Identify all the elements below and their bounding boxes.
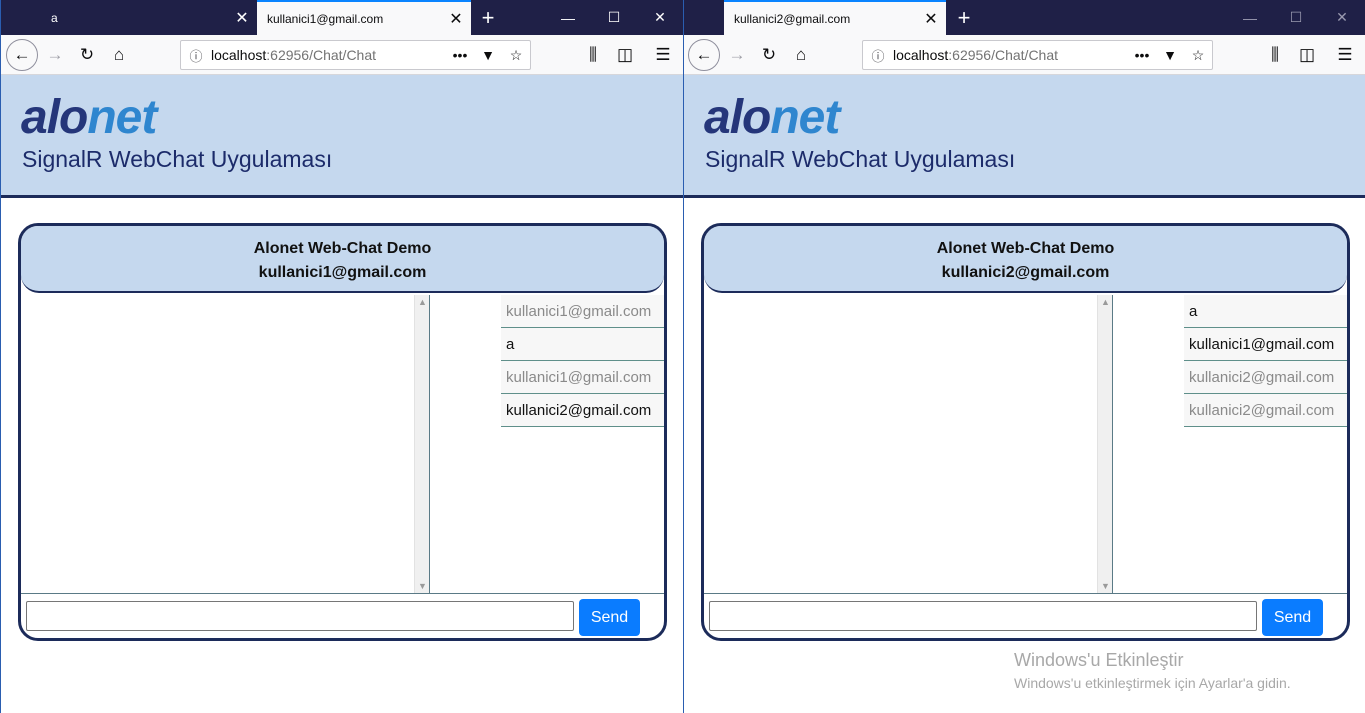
- user-list-item[interactable]: a: [1184, 295, 1347, 328]
- tab-kullanici2[interactable]: kullanici2@gmail.com ✕: [724, 0, 946, 35]
- home-icon[interactable]: ⌂: [105, 41, 133, 69]
- close-tab-icon[interactable]: ✕: [916, 9, 946, 29]
- tab-kullanici1[interactable]: kullanici1@gmail.com ✕: [257, 0, 471, 35]
- more-dots-icon[interactable]: •••: [1128, 47, 1156, 63]
- chat-title: Alonet Web-Chat Demo: [253, 240, 432, 257]
- chat-footer: Send: [21, 593, 664, 638]
- reload-icon[interactable]: ↻: [755, 41, 783, 69]
- send-button[interactable]: Send: [1262, 599, 1323, 636]
- user-list-item[interactable]: kullanici1@gmail.com: [501, 361, 664, 394]
- url-host: localhost: [893, 47, 949, 63]
- watermark-title: Windows'u Etkinleştir: [1014, 650, 1184, 670]
- new-tab-button[interactable]: +: [949, 0, 979, 35]
- window-close-icon[interactable]: ✕: [1319, 0, 1365, 35]
- chat-current-user: kullanici1@gmail.com: [258, 264, 427, 281]
- hamburger-menu-icon[interactable]: ☰: [649, 41, 677, 69]
- scroll-down-icon[interactable]: ▼: [415, 581, 430, 591]
- url-bar[interactable]: ⓘ localhost:62956/Chat/Chat ••• ▼ ☆: [180, 40, 531, 70]
- new-tab-button[interactable]: +: [473, 0, 503, 35]
- maximize-icon[interactable]: ☐: [1273, 0, 1319, 35]
- tab-strip: a ✕ kullanici1@gmail.com ✕ + — ☐ ✕: [1, 0, 683, 35]
- send-button[interactable]: Send: [579, 599, 640, 636]
- scroll-down-icon[interactable]: ▼: [1098, 581, 1113, 591]
- site-header: alonet SignalR WebChat Uygulaması: [1, 75, 683, 198]
- tab-a[interactable]: a ✕: [41, 0, 257, 35]
- site-subtitle: SignalR WebChat Uygulaması: [705, 146, 1016, 172]
- user-list-item[interactable]: kullanici2@gmail.com: [1184, 361, 1347, 394]
- back-arrow-icon[interactable]: ←: [688, 39, 720, 71]
- tab-label: kullanici2@gmail.com: [734, 11, 851, 26]
- scroll-up-icon[interactable]: ▲: [1098, 297, 1113, 307]
- user-list: kullanici1@gmail.com a kullanici1@gmail.…: [501, 295, 664, 427]
- message-input[interactable]: [709, 601, 1257, 631]
- info-icon[interactable]: ⓘ: [181, 46, 211, 65]
- watermark-text: Windows'u etkinleştirmek için Ayarlar'a …: [1014, 675, 1291, 691]
- chat-title: Alonet Web-Chat Demo: [936, 240, 1115, 257]
- tab-label: kullanici1@gmail.com: [267, 11, 384, 26]
- maximize-icon[interactable]: ☐: [591, 0, 637, 35]
- scroll-up-icon[interactable]: ▲: [415, 297, 430, 307]
- chat-header: Alonet Web-Chat Demo kullanici1@gmail.co…: [21, 226, 664, 293]
- pocket-icon[interactable]: ▼: [1156, 47, 1184, 63]
- reload-icon[interactable]: ↻: [73, 41, 101, 69]
- window-close-icon[interactable]: ✕: [637, 0, 683, 35]
- url-path: :62956/Chat/Chat: [948, 47, 1059, 63]
- info-icon[interactable]: ⓘ: [863, 46, 893, 65]
- nav-toolbar: ← → ↻ ⌂ ⓘ localhost:62956/Chat/Chat ••• …: [684, 35, 1365, 75]
- message-area[interactable]: [21, 295, 431, 593]
- user-list-item[interactable]: kullanici2@gmail.com: [501, 394, 664, 427]
- windows-activation-watermark: Windows'u Etkinleştir Windows'u etkinleş…: [1014, 650, 1291, 691]
- message-scrollbar[interactable]: ▲ ▼: [1097, 295, 1112, 593]
- message-area[interactable]: [704, 295, 1114, 593]
- message-input[interactable]: [26, 601, 574, 631]
- library-icon[interactable]: ⫼: [579, 41, 607, 69]
- site-header: alonet SignalR WebChat Uygulaması: [684, 75, 1365, 198]
- browser-window-left: a ✕ kullanici1@gmail.com ✕ + — ☐ ✕ ← → ↻…: [0, 0, 684, 713]
- forward-arrow-icon[interactable]: →: [41, 41, 69, 69]
- panel-divider: [429, 295, 430, 593]
- panel-divider: [1112, 295, 1113, 593]
- site-subtitle: SignalR WebChat Uygulaması: [22, 146, 333, 172]
- back-arrow-icon[interactable]: ←: [6, 39, 38, 71]
- url-path: :62956/Chat/Chat: [266, 47, 377, 63]
- star-icon[interactable]: ☆: [1184, 47, 1212, 64]
- url-host: localhost: [211, 47, 267, 63]
- star-icon[interactable]: ☆: [502, 47, 530, 64]
- page-content: alonet SignalR WebChat Uygulaması Alonet…: [1, 75, 683, 713]
- nav-toolbar: ← → ↻ ⌂ ⓘ localhost:62956/Chat/Chat ••• …: [1, 35, 683, 75]
- pocket-icon[interactable]: ▼: [474, 47, 502, 63]
- minimize-icon[interactable]: —: [545, 0, 591, 35]
- close-tab-icon[interactable]: ✕: [441, 9, 471, 29]
- chat-current-user: kullanici2@gmail.com: [941, 264, 1110, 281]
- chat-footer: Send: [704, 593, 1347, 638]
- sidebar-icon[interactable]: ◫: [1293, 41, 1321, 69]
- hamburger-menu-icon[interactable]: ☰: [1331, 41, 1359, 69]
- sidebar-icon[interactable]: ◫: [611, 41, 639, 69]
- url-bar[interactable]: ⓘ localhost:62956/Chat/Chat ••• ▼ ☆: [862, 40, 1213, 70]
- user-list: a kullanici1@gmail.com kullanici2@gmail.…: [1184, 295, 1347, 427]
- forward-arrow-icon[interactable]: →: [723, 41, 751, 69]
- alonet-logo: alonet: [704, 91, 840, 144]
- library-icon[interactable]: ⫼: [1261, 41, 1289, 69]
- message-scrollbar[interactable]: ▲ ▼: [414, 295, 429, 593]
- user-list-item[interactable]: kullanici1@gmail.com: [1184, 328, 1347, 361]
- page-content: alonet SignalR WebChat Uygulaması Alonet…: [684, 75, 1365, 713]
- chat-box: Alonet Web-Chat Demo kullanici2@gmail.co…: [701, 223, 1350, 641]
- tab-strip: kullanici2@gmail.com ✕ + — ☐ ✕: [684, 0, 1365, 35]
- chat-box: Alonet Web-Chat Demo kullanici1@gmail.co…: [18, 223, 667, 641]
- user-list-item[interactable]: a: [501, 328, 664, 361]
- close-tab-icon[interactable]: ✕: [227, 8, 257, 28]
- browser-window-right: kullanici2@gmail.com ✕ + — ☐ ✕ ← → ↻ ⌂ ⓘ…: [684, 0, 1365, 713]
- user-list-item[interactable]: kullanici2@gmail.com: [1184, 394, 1347, 427]
- more-dots-icon[interactable]: •••: [446, 47, 474, 63]
- user-list-item[interactable]: kullanici1@gmail.com: [501, 295, 664, 328]
- home-icon[interactable]: ⌂: [787, 41, 815, 69]
- minimize-icon[interactable]: —: [1227, 0, 1273, 35]
- chat-header: Alonet Web-Chat Demo kullanici2@gmail.co…: [704, 226, 1347, 293]
- alonet-logo: alonet: [21, 91, 157, 144]
- tab-label: a: [51, 10, 58, 25]
